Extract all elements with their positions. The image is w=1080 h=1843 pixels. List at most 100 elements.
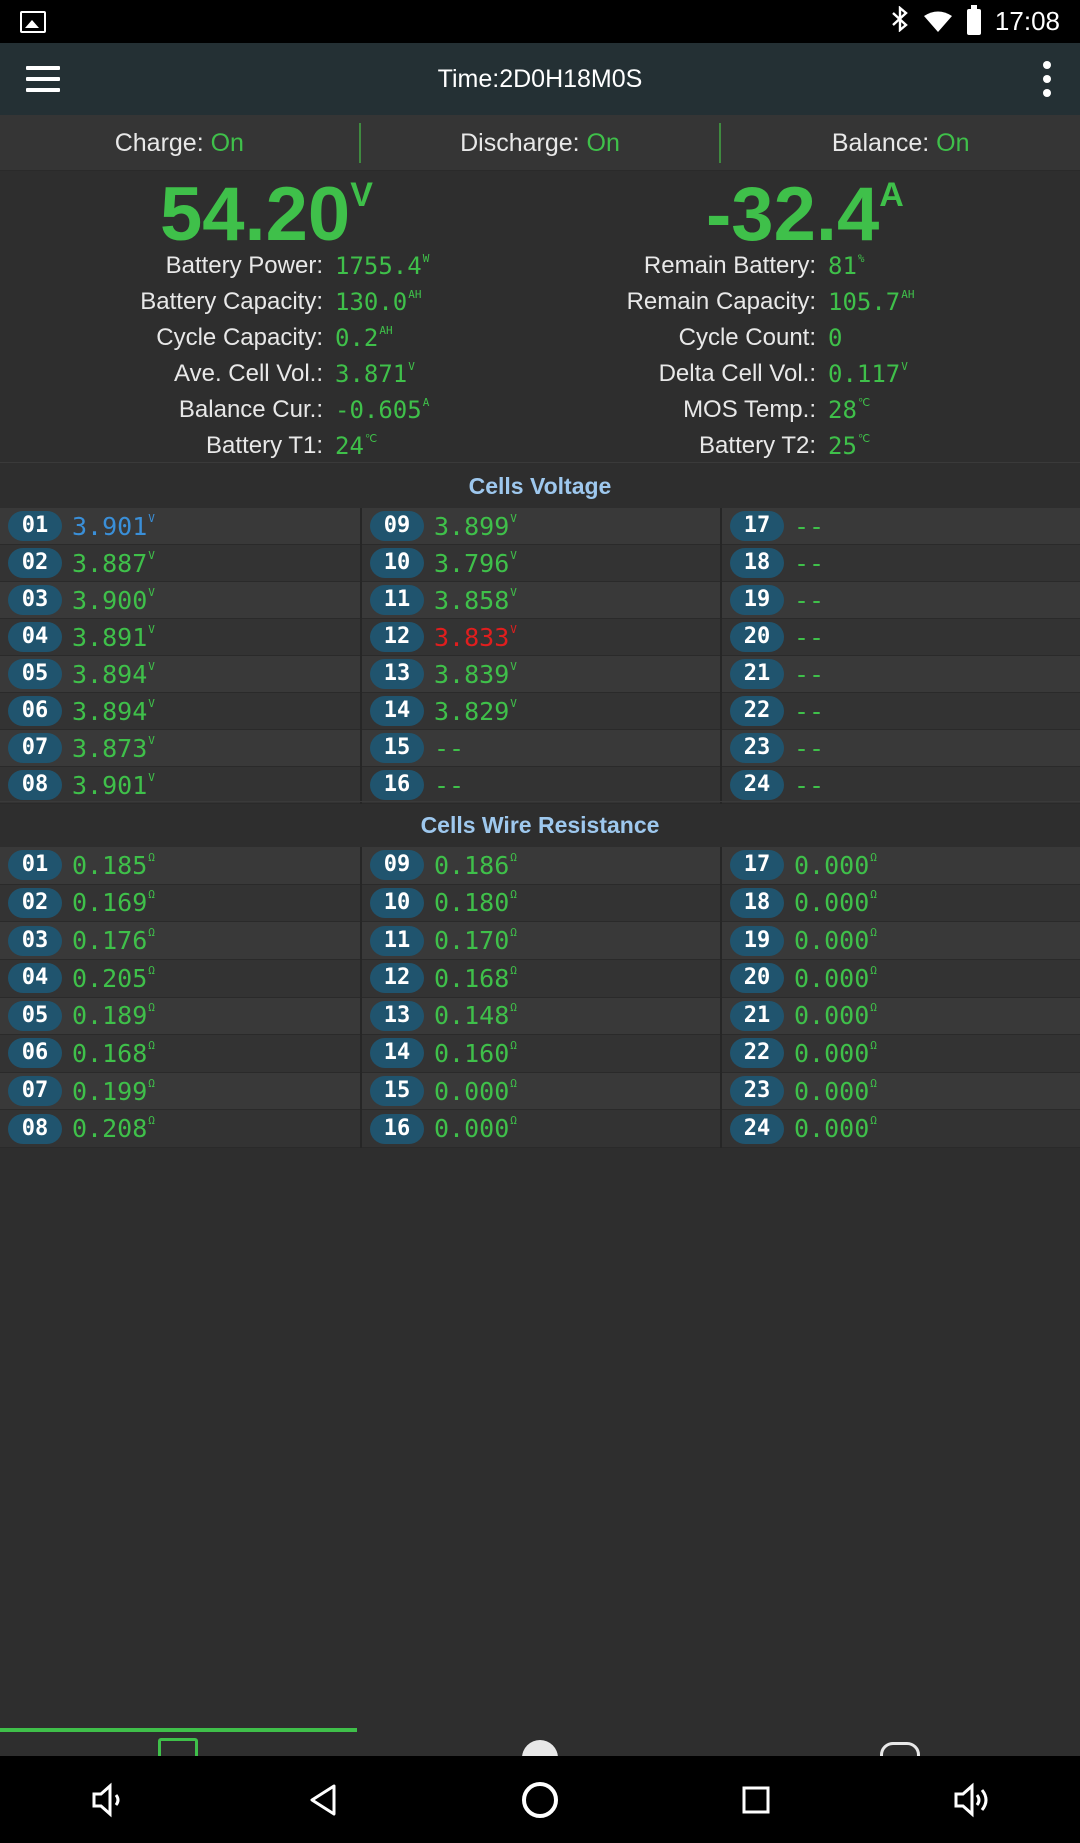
cell-item: 18 -- bbox=[722, 545, 1080, 582]
charge-status: Charge: On bbox=[114, 128, 244, 157]
info-unit: ℃ bbox=[857, 396, 871, 409]
volume-up-icon[interactable] bbox=[947, 1775, 997, 1825]
cell-unit: Ω bbox=[148, 1114, 155, 1128]
cell-item: 10 0.180Ω bbox=[362, 884, 720, 923]
info-unit: A bbox=[422, 396, 430, 409]
cell-item: 23 -- bbox=[722, 730, 1080, 767]
cell-unit: Ω bbox=[510, 963, 517, 977]
cell-unit: Ω bbox=[148, 1076, 155, 1090]
cell-item: 09 3.899V bbox=[362, 508, 720, 545]
system-navigation-bar bbox=[0, 1756, 1080, 1843]
cell-value: -- bbox=[434, 770, 465, 800]
toolbar-title: Time:2D0H18M0S bbox=[437, 64, 643, 93]
cell-value: 3.891V bbox=[72, 622, 155, 652]
cell-item: 11 0.170Ω bbox=[362, 922, 720, 960]
cell-unit: Ω bbox=[870, 1038, 877, 1052]
cell-value: 0.000Ω bbox=[794, 926, 877, 956]
cell-number-badge: 10 bbox=[370, 548, 424, 578]
info-label: Battery T1: bbox=[206, 432, 323, 459]
cell-number-badge: 06 bbox=[8, 1038, 62, 1069]
gear-icon[interactable] bbox=[522, 1740, 558, 1756]
cell-item: 01 3.901V bbox=[0, 508, 360, 545]
cell-value: 3.796V bbox=[434, 548, 517, 578]
cell-item: 04 0.205Ω bbox=[0, 959, 360, 998]
cell-number-badge: 12 bbox=[370, 963, 424, 994]
hamburger-menu-icon[interactable] bbox=[26, 63, 60, 95]
monitor-icon[interactable] bbox=[158, 1738, 198, 1756]
cell-unit: Ω bbox=[148, 1001, 155, 1015]
cell-item: 08 0.208Ω bbox=[0, 1110, 360, 1148]
cell-column: 01 0.185Ω 02 0.169Ω 03 0.176Ω 04 0.205Ω 05 0.189Ω… bbox=[0, 847, 360, 1148]
info-left-column: Battery Power: 1755.4W Battery Capacity: 13… bbox=[0, 248, 540, 464]
cell-number-badge: 22 bbox=[730, 696, 784, 726]
back-icon[interactable] bbox=[299, 1775, 349, 1825]
cell-number-badge: 03 bbox=[8, 925, 62, 956]
cell-value: -- bbox=[794, 659, 825, 689]
info-label: Delta Cell Vol.: bbox=[658, 360, 816, 387]
cell-item: 17 0.000Ω bbox=[722, 847, 1080, 885]
info-unit: AH bbox=[408, 288, 422, 301]
switch-status-row: Charge: On Discharge: On Balance: On bbox=[0, 115, 1080, 171]
cell-unit: Ω bbox=[148, 850, 155, 864]
cell-unit: V bbox=[148, 733, 155, 747]
cell-value: -- bbox=[794, 585, 825, 615]
info-value: 3.871V bbox=[335, 360, 415, 388]
info-label: MOS Temp.: bbox=[683, 396, 816, 423]
cell-value: 0.000Ω bbox=[794, 1038, 877, 1068]
bluetooth-icon bbox=[891, 5, 909, 37]
info-label: Ave. Cell Vol.: bbox=[174, 360, 323, 387]
cell-item: 13 3.839V bbox=[362, 656, 720, 693]
cell-column: 01 3.901V 02 3.887V 03 3.900V 04 3.891V 05 3.894V… bbox=[0, 508, 360, 804]
cell-unit: Ω bbox=[148, 1038, 155, 1052]
info-unit: ℃ bbox=[364, 432, 378, 445]
info-label: Cycle Count: bbox=[678, 324, 816, 351]
cell-value: 3.894V bbox=[72, 659, 155, 689]
cell-column: 09 0.186Ω 10 0.180Ω 11 0.170Ω 12 0.168Ω 13 0.148Ω… bbox=[360, 847, 720, 1148]
cell-number-badge: 20 bbox=[730, 963, 784, 994]
overflow-menu-icon[interactable] bbox=[1042, 61, 1052, 97]
home-icon[interactable] bbox=[515, 1775, 565, 1825]
cells-resistance-grid: 01 0.185Ω 02 0.169Ω 03 0.176Ω 04 0.205Ω 05 0.189Ω… bbox=[0, 847, 1080, 1148]
cell-item: 20 -- bbox=[722, 619, 1080, 656]
cell-value: 3.900V bbox=[72, 585, 155, 615]
cell-unit: V bbox=[510, 585, 517, 599]
cell-item: 06 3.894V bbox=[0, 693, 360, 730]
info-value: 0 bbox=[828, 324, 843, 352]
total-voltage: 54.20V bbox=[160, 172, 373, 257]
toggle-icon[interactable] bbox=[880, 1742, 920, 1756]
cell-item: 07 0.199Ω bbox=[0, 1072, 360, 1111]
cell-item: 19 -- bbox=[722, 582, 1080, 619]
cells-resistance-title: Cells Wire Resistance bbox=[0, 801, 1080, 847]
cell-item: 21 0.000Ω bbox=[722, 997, 1080, 1036]
cell-value: 0.148Ω bbox=[434, 1001, 517, 1031]
cell-value: 0.000Ω bbox=[794, 888, 877, 918]
cell-unit: V bbox=[148, 585, 155, 599]
info-unit: % bbox=[857, 252, 865, 265]
cell-value: 0.000Ω bbox=[794, 1076, 877, 1106]
cell-number-badge: 04 bbox=[8, 622, 62, 652]
cell-column: 17 0.000Ω 18 0.000Ω 19 0.000Ω 20 0.000Ω 21 0.000Ω… bbox=[720, 847, 1080, 1148]
cell-unit: V bbox=[148, 659, 155, 673]
cell-item: 21 -- bbox=[722, 656, 1080, 693]
main-readings: 54.20V -32.4A bbox=[0, 170, 1080, 260]
recents-icon[interactable] bbox=[731, 1775, 781, 1825]
cell-value: 0.168Ω bbox=[434, 963, 517, 993]
cell-number-badge: 17 bbox=[730, 511, 784, 541]
cell-number-badge: 18 bbox=[730, 548, 784, 578]
info-unit: V bbox=[408, 360, 415, 373]
cell-value: 0.000Ω bbox=[794, 963, 877, 993]
cell-number-badge: 24 bbox=[730, 1113, 784, 1144]
info-right-column: Remain Battery: 81% Remain Capacity: 105.7A… bbox=[540, 248, 1080, 464]
cell-value: 0.000Ω bbox=[794, 1001, 877, 1031]
cell-item: 14 0.160Ω bbox=[362, 1035, 720, 1073]
cell-unit: V bbox=[148, 548, 155, 562]
volume-down-icon[interactable] bbox=[83, 1775, 133, 1825]
cell-unit: Ω bbox=[148, 888, 155, 902]
cell-item: 19 0.000Ω bbox=[722, 922, 1080, 960]
cell-unit: Ω bbox=[870, 850, 877, 864]
wifi-icon bbox=[923, 11, 953, 33]
cell-item: 24 -- bbox=[722, 767, 1080, 804]
cell-column: 17 -- 18 -- 19 -- 20 -- 21 -- 22 -- 23 -- 24 -- bbox=[720, 508, 1080, 804]
cell-item: 14 3.829V bbox=[362, 693, 720, 730]
cell-value: -- bbox=[794, 511, 825, 541]
